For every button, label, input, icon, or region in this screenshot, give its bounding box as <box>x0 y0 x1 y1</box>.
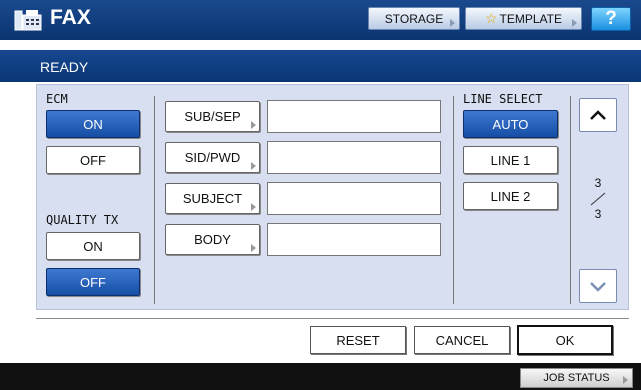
page-current: 3 <box>594 176 602 190</box>
ecm-off-button[interactable]: OFF <box>46 146 140 174</box>
star-icon: ☆ <box>484 10 498 26</box>
quality-tx-off-button[interactable]: OFF <box>46 268 140 296</box>
template-button[interactable]: ☆ TEMPLATE <box>465 7 582 30</box>
quality-tx-on-button[interactable]: ON <box>46 232 140 260</box>
divider <box>570 96 571 304</box>
status-band <box>0 50 641 82</box>
line-select-label: LINE SELECT <box>463 92 543 106</box>
scroll-up-button[interactable] <box>579 98 617 132</box>
body-field[interactable] <box>267 223 441 256</box>
arrow-indicator-icon <box>251 121 256 129</box>
status-text: READY <box>40 59 89 75</box>
chevron-up-icon <box>590 110 606 120</box>
ecm-on-button[interactable]: ON <box>46 110 140 138</box>
body-button[interactable]: BODY <box>165 224 260 255</box>
page-total: 3 <box>594 207 602 221</box>
subject-field[interactable] <box>267 182 441 215</box>
ecm-label: ECM <box>46 92 68 106</box>
sub-sep-button-label: SUB/SEP <box>184 109 241 124</box>
line-auto-button[interactable]: AUTO <box>463 110 558 138</box>
divider <box>36 318 629 319</box>
arrow-indicator-icon <box>251 203 256 211</box>
sub-sep-field[interactable] <box>267 100 441 133</box>
fax-icon <box>14 9 42 31</box>
arrow-indicator-icon <box>623 376 628 384</box>
app-title: FAX <box>50 6 91 29</box>
sid-pwd-field[interactable] <box>267 141 441 174</box>
line-1-button[interactable]: LINE 1 <box>463 146 558 174</box>
ok-button[interactable]: OK <box>517 325 613 355</box>
arrow-indicator-icon <box>572 19 577 27</box>
job-status-button[interactable]: JOB STATUS <box>520 368 633 388</box>
line-2-button[interactable]: LINE 2 <box>463 182 558 210</box>
divider <box>453 96 454 304</box>
divider <box>154 96 155 304</box>
scroll-down-button[interactable] <box>579 269 617 303</box>
arrow-indicator-icon <box>251 162 256 170</box>
cancel-button[interactable]: CANCEL <box>414 326 510 354</box>
arrow-indicator-icon <box>251 244 256 252</box>
job-status-label: JOB STATUS <box>543 372 610 384</box>
arrow-indicator-icon <box>450 19 455 27</box>
template-button-label: TEMPLATE <box>499 11 563 26</box>
chevron-down-icon <box>590 282 606 292</box>
quality-tx-label: QUALITY TX <box>46 213 119 227</box>
storage-button-label: STORAGE <box>384 11 444 26</box>
storage-button[interactable]: STORAGE <box>368 7 460 30</box>
sub-sep-button[interactable]: SUB/SEP <box>165 101 260 132</box>
sid-pwd-button-label: SID/PWD <box>184 150 241 165</box>
reset-button[interactable]: RESET <box>310 326 406 354</box>
subject-button-label: SUBJECT <box>182 191 243 206</box>
sid-pwd-button[interactable]: SID/PWD <box>165 142 260 173</box>
body-button-label: BODY <box>194 232 231 247</box>
page-slash <box>589 192 607 206</box>
subject-button[interactable]: SUBJECT <box>165 183 260 214</box>
help-button[interactable]: ? <box>591 7 631 31</box>
